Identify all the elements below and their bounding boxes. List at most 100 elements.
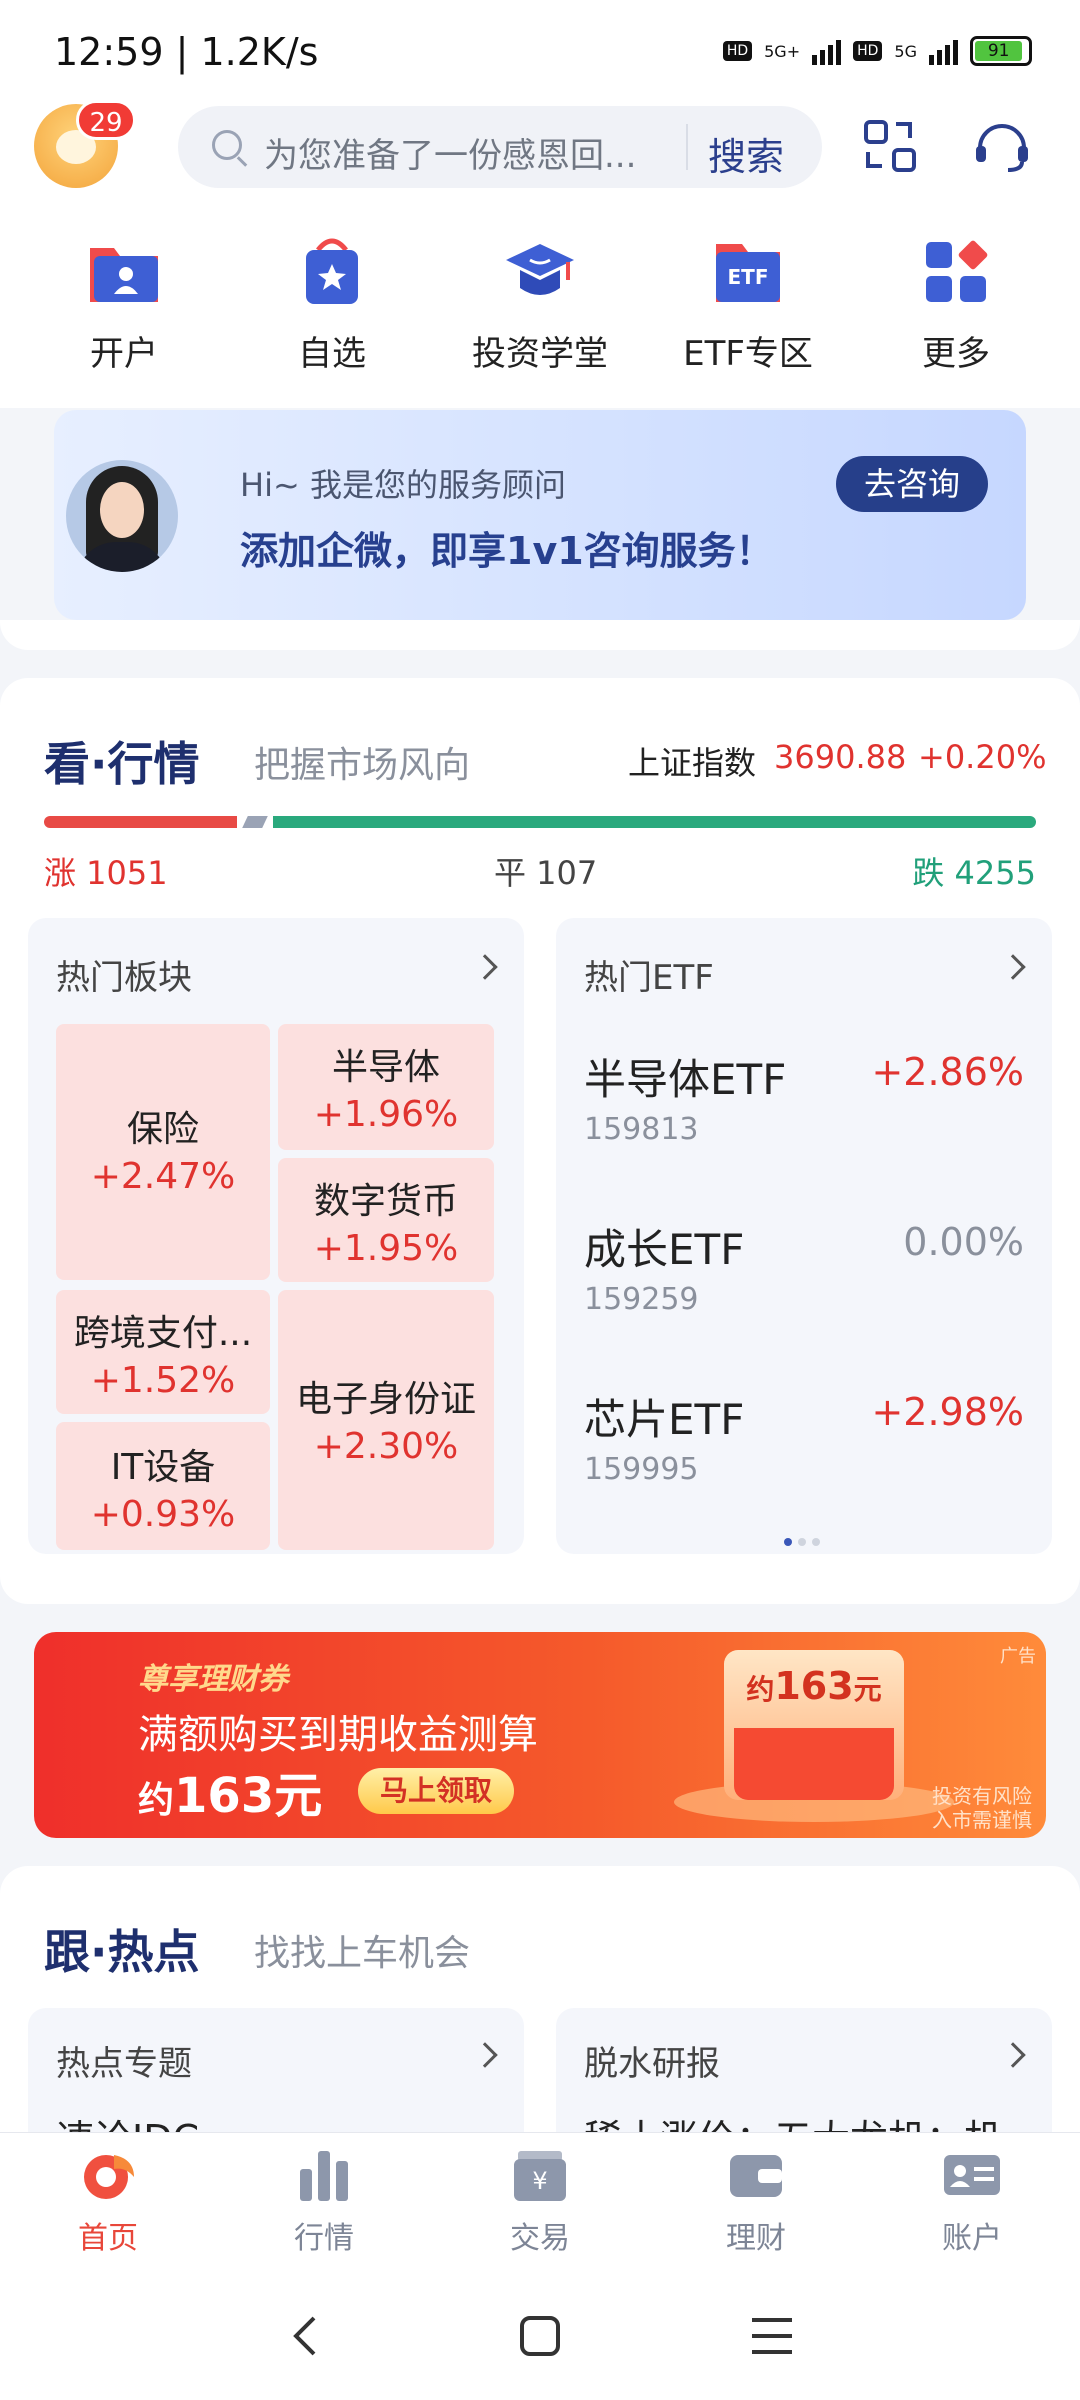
sector-name: 跨境支付... [73, 1313, 253, 1354]
index-change[interactable]: +0.20% [918, 738, 1046, 776]
back-icon[interactable] [278, 2308, 338, 2364]
advisor-avatar [66, 460, 178, 572]
sector-change: +2.47% [90, 1156, 236, 1197]
sector-tile[interactable]: 电子身份证 +2.30% [278, 1290, 494, 1550]
quick-nav-label: ETF专区 [683, 334, 813, 374]
etf-row[interactable]: 半导体ETF 159813 +2.86% [584, 1046, 1024, 1186]
envelope-prefix: 约 [746, 1673, 775, 1706]
ad-headline: 满额购买到期收益测算 [138, 1712, 538, 1758]
etf-code: 159813 [584, 1112, 699, 1147]
search-input[interactable]: 为您准备了一份感恩回... [264, 128, 664, 177]
ad-amount-value: 163元 [174, 1768, 323, 1824]
status-time: 12:59 | 1.2K/s [54, 30, 319, 74]
etf-row[interactable]: 成长ETF 159259 0.00% [584, 1216, 1024, 1356]
ad-claim-button[interactable]: 马上领取 [358, 1768, 514, 1814]
breadth-down-bar [273, 816, 1036, 828]
search-bar[interactable]: 为您准备了一份感恩回... 搜索 [178, 106, 822, 188]
etf-folder-icon: ETF [716, 244, 780, 302]
hot-etf-header[interactable]: 热门ETF [584, 950, 714, 999]
follow-title: 跟·热点 [44, 1916, 199, 1982]
signal-icon-2 [929, 37, 958, 65]
quick-nav-label: 更多 [922, 334, 990, 374]
quick-nav-watchlist[interactable]: 自选 [242, 232, 422, 408]
consult-button[interactable]: 去咨询 [836, 456, 988, 512]
etf-row[interactable]: 芯片ETF 159995 +2.98% [584, 1386, 1024, 1526]
tab-label: 理财 [726, 2221, 786, 2256]
system-nav-bar [0, 2268, 1080, 2400]
sector-change: +2.30% [313, 1426, 459, 1467]
tab-label: 行情 [294, 2221, 354, 2256]
sector-tile[interactable]: 半导体 +1.96% [278, 1024, 494, 1150]
page-indicator [784, 1538, 820, 1546]
tab-account[interactable]: 账户 [864, 2133, 1080, 2268]
ad-amount-prefix: 约 [138, 1780, 175, 1821]
sector-tile[interactable]: 数字货币 +1.95% [278, 1158, 494, 1282]
etf-name: 成长ETF [584, 1225, 745, 1274]
quick-nav-etf[interactable]: ETF ETF专区 [658, 232, 838, 408]
follow-section: 跟·热点 找找上车机会 热点专题 速论IDC 脱水研报 稀土涨价：五大龙机：机 [0, 1866, 1080, 2168]
follow-title-b: 热点 [107, 1925, 200, 1979]
advisor-face [100, 482, 144, 538]
hd-badge-2: HD [853, 41, 883, 61]
market-title-b: 行情 [107, 737, 200, 791]
search-icon [212, 130, 242, 160]
ad-risk-notice: 投资有风险 入市需谨慎 [932, 1784, 1032, 1832]
market-title-a: 看 [44, 737, 90, 791]
battery-level: 91 [975, 41, 1023, 61]
quick-nav-label: 开户 [90, 334, 158, 374]
ad-amount: 约163元 [138, 1756, 322, 1826]
etf-code: 159995 [584, 1452, 699, 1487]
wallet-icon [730, 2155, 782, 2197]
quick-nav-academy[interactable]: 投资学堂 [450, 232, 630, 408]
sector-tile[interactable]: IT设备 +0.93% [56, 1422, 270, 1550]
tab-market[interactable]: 行情 [216, 2133, 432, 2268]
hot-sectors-card: 热门板块 保险 +2.47% 半导体 +1.96% 数字货币 +1.95% 跨境… [28, 918, 524, 1554]
panel-bottom [0, 620, 1080, 650]
ad-kicker: 尊享理财券 [138, 1662, 288, 1697]
yuan-trade-icon: ¥ [514, 2151, 566, 2201]
search-button[interactable]: 搜索 [708, 126, 784, 181]
sector-name: IT设备 [110, 1447, 216, 1488]
svg-text:ETF: ETF [728, 265, 769, 289]
tab-home[interactable]: 首页 [0, 2133, 216, 2268]
chevron-right-icon[interactable] [472, 2042, 498, 2068]
sector-change: +1.95% [313, 1228, 459, 1269]
ad-banner[interactable]: 尊享理财券 满额购买到期收益测算 约163元 马上领取 约163元 广告 投资有… [34, 1632, 1046, 1838]
index-value[interactable]: 3690.88 [774, 738, 906, 776]
risk-line: 入市需谨慎 [932, 1808, 1032, 1832]
chevron-right-icon[interactable] [472, 954, 498, 980]
bar-chart-icon [300, 2151, 348, 2201]
search-divider [686, 124, 688, 170]
sector-name: 半导体 [331, 1047, 440, 1088]
sector-tile[interactable]: 保险 +2.47% [56, 1024, 270, 1280]
chevron-right-icon[interactable] [1000, 954, 1026, 980]
quick-nav-more[interactable]: 更多 [866, 232, 1046, 408]
tab-trade[interactable]: ¥ 交易 [432, 2133, 648, 2268]
hot-sectors-header[interactable]: 热门板块 [56, 950, 192, 999]
etf-change: 0.00% [903, 1220, 1024, 1264]
quick-nav-open-account[interactable]: 开户 [34, 232, 214, 408]
advisor-card[interactable]: Hi~ 我是您的服务顾问 添加企微，即享1v1咨询服务！ 去咨询 [54, 410, 1026, 620]
envelope-flap [734, 1728, 894, 1800]
svg-text:¥: ¥ [532, 2167, 547, 2195]
quick-nav-label: 自选 [298, 334, 366, 374]
status-bar: 12:59 | 1.2K/s HD 5G+ HD 5G 91 [0, 0, 1080, 96]
chevron-right-icon[interactable] [1000, 2042, 1026, 2068]
headset-icon[interactable] [972, 118, 1032, 174]
etf-change: +2.98% [871, 1390, 1024, 1434]
envelope-value: 163 [774, 1664, 854, 1708]
risk-line: 投资有风险 [932, 1784, 1032, 1808]
research-header: 脱水研报 [584, 2044, 720, 2084]
menu-icon[interactable] [742, 2308, 802, 2364]
home-square-icon[interactable] [510, 2308, 570, 2364]
sector-tile[interactable]: 跨境支付... +1.52% [56, 1290, 270, 1414]
scan-icon[interactable] [862, 118, 918, 174]
envelope-unit: 元 [853, 1673, 882, 1706]
etf-name: 半导体ETF [584, 1055, 787, 1104]
quick-nav: 开户 自选 投资学堂 ETF ETF专区 更多 [0, 232, 1080, 408]
tab-wealth[interactable]: 理财 [648, 2133, 864, 2268]
home-icon [84, 2155, 134, 2199]
index-name[interactable]: 上证指数 [628, 738, 756, 784]
bottom-tab-bar: 首页 行情 ¥ 交易 理财 账户 [0, 2132, 1080, 2268]
breadth-down-label: 跌 4255 [912, 854, 1036, 892]
